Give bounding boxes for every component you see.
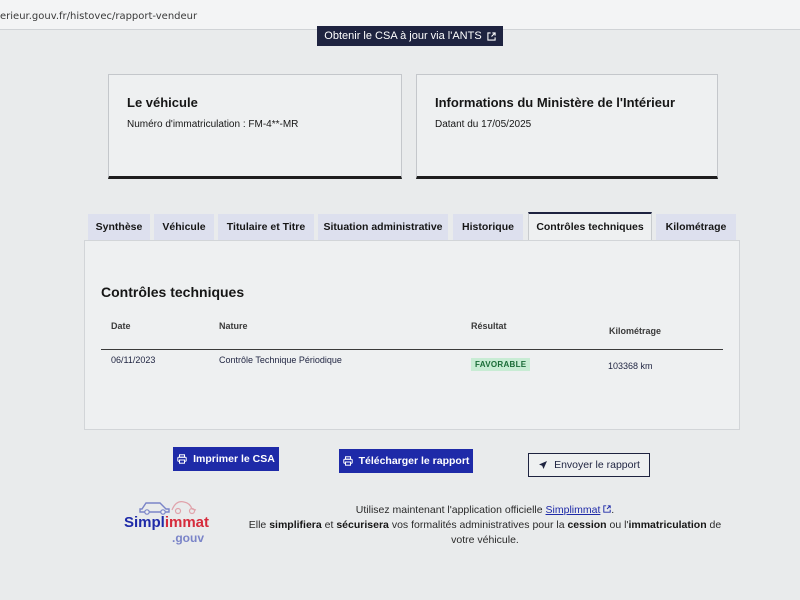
controles-panel: Contrôles techniques Date Nature Résulta… [84,240,740,430]
logo-wordmark: Simplimmat [124,514,209,531]
simplimmat-logo: Simplimmat .gouv [120,497,220,547]
row-date: 06/11/2023 [111,355,156,365]
promo-text: et [324,519,334,531]
simplimmat-promo: Utilisez maintenant l'application offici… [240,503,730,548]
column-date: Date [111,321,131,331]
send-label: Envoyer le rapport [554,459,640,471]
vehicle-card: Le véhicule Numéro d'immatriculation : F… [108,74,402,179]
logo-simpl: Simpl [124,514,165,531]
external-link-icon [487,31,496,41]
get-csa-label: Obtenir le CSA à jour via l'ANTS [324,30,482,42]
get-csa-ants-button[interactable]: Obtenir le CSA à jour via l'ANTS [317,26,503,46]
ministry-card: Informations du Ministère de l'Intérieur… [416,74,718,179]
promo-line-2: Elle simplifiera et sécurisera vos forma… [240,518,730,548]
column-kilometrage: Kilométrage [609,326,662,336]
url-text: erieur.gouv.fr/histovec/rapport-vendeur [0,11,198,22]
car-icon [139,501,197,515]
tab-vehicule[interactable]: Véhicule [154,214,214,240]
printer-icon [342,456,353,466]
promo-text: Utilisez maintenant l'application offici… [355,504,543,516]
printer-icon [177,454,187,464]
tab-kilometrage[interactable]: Kilométrage [656,214,736,240]
tab-label: Titulaire et Titre [226,221,306,233]
tab-label: Situation administrative [323,221,443,233]
promo-bold: cession [567,519,607,531]
tab-label: Kilométrage [665,221,727,233]
tab-synthese[interactable]: Synthèse [88,214,150,240]
print-csa-button[interactable]: Imprimer le CSA [173,447,279,471]
tab-label: Historique [462,221,514,233]
tab-historique[interactable]: Historique [453,214,523,240]
promo-text: . [611,504,615,516]
download-label: Télécharger le rapport [358,455,470,467]
promo-bold: simplifiera [269,519,322,531]
promo-bold: immatriculation [628,519,707,531]
tab-label: Contrôles techniques [536,221,644,233]
ministry-date: Datant du 17/05/2025 [435,119,532,130]
print-label: Imprimer le CSA [193,453,275,465]
tab-label: Véhicule [162,221,206,233]
promo-text: ou l' [609,519,629,531]
tab-controles-techniques[interactable]: Contrôles techniques [528,212,652,240]
promo-text: vos formalités administratives pour la [391,519,565,531]
logo-immat: immat [164,514,210,531]
plate-number: Numéro d'immatriculation : FM-4**-MR [127,119,299,130]
vehicle-card-title: Le véhicule [127,95,198,110]
ministry-card-title: Informations du Ministère de l'Intérieur [435,95,676,110]
panel-title: Contrôles techniques [101,284,245,300]
logo-gouv: .gouv [172,531,204,545]
download-report-button[interactable]: Télécharger le rapport [339,449,473,473]
tab-label: Synthèse [95,221,143,233]
promo-text: Elle [248,519,267,531]
send-arrow-icon [539,461,548,469]
tab-titulaire[interactable]: Titulaire et Titre [218,214,314,240]
row-kilometrage: 103368 km [608,361,653,371]
tab-situation-administrative[interactable]: Situation administrative [318,214,448,240]
promo-bold: sécurisera [336,519,389,531]
result-badge: FAVORABLE [471,358,531,371]
column-nature: Nature [219,321,248,331]
column-resultat: Résultat [471,321,507,331]
table-divider [101,349,723,350]
simplimmat-link[interactable]: Simplimmat [546,504,601,516]
promo-line-1: Utilisez maintenant l'application offici… [240,503,730,518]
row-nature: Contrôle Technique Périodique [219,355,342,365]
send-report-button[interactable]: Envoyer le rapport [528,453,650,477]
